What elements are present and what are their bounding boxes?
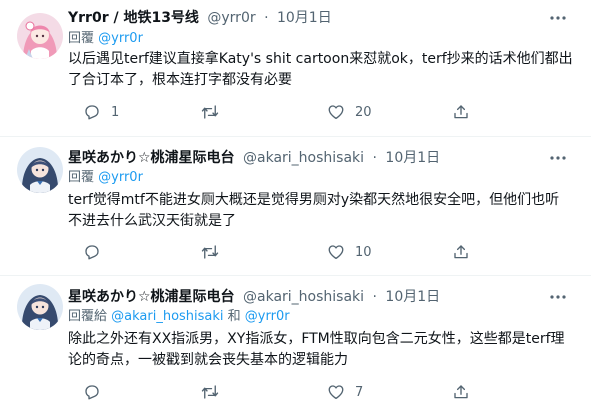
tweet-actions: 7 (68, 382, 548, 402)
separator-dot: · (264, 10, 269, 26)
author-name[interactable]: 星咲あかり☆桃浦星际电台 (68, 150, 235, 166)
replying-to: 回覆給 @akari_hoshisaki 和 @yrr0r (68, 308, 290, 326)
like-count: 7 (355, 384, 364, 400)
tweet-3[interactable]: 星咲あかり☆桃浦星际电台 @akari_hoshisaki · 10月1日 回覆… (0, 276, 591, 411)
like-icon (327, 383, 345, 401)
like-button[interactable]: 10 (327, 242, 372, 262)
share-icon (452, 243, 470, 261)
share-icon (452, 383, 470, 401)
avatar-akari[interactable] (17, 147, 63, 193)
tweet-header: Yrr0r / 地铁13号线 @yrr0r · 10月1日 (68, 8, 332, 28)
mention-link[interactable]: @akari_hoshisaki (111, 309, 223, 324)
replying-prefix: 回覆給 (68, 309, 112, 324)
tweet-header: 星咲あかり☆桃浦星际电台 @akari_hoshisaki · 10月1日 (68, 287, 440, 307)
separator-dot: · (372, 289, 377, 305)
replying-prefix: 回覆 (68, 31, 99, 46)
reply-count: 1 (111, 104, 120, 120)
more-icon[interactable] (549, 9, 567, 27)
like-button[interactable]: 20 (327, 102, 372, 122)
share-button[interactable] (452, 382, 470, 402)
retweet-button[interactable] (201, 382, 229, 402)
mention-joiner: 和 (223, 309, 245, 324)
share-icon (452, 103, 470, 121)
replying-to: 回覆 @yrr0r (68, 169, 143, 187)
tweet-2[interactable]: 星咲あかり☆桃浦星际电台 @akari_hoshisaki · 10月1日 回覆… (0, 137, 591, 274)
tweet-actions: 1 20 (68, 102, 548, 122)
tweet-date[interactable]: 10月1日 (277, 10, 332, 26)
author-handle[interactable]: @akari_hoshisaki (243, 289, 364, 305)
like-icon (327, 243, 345, 261)
share-button[interactable] (452, 102, 470, 122)
tweet-date[interactable]: 10月1日 (385, 150, 440, 166)
tweet-text: 除此之外还有XX指派男，XY指派女，FTM性取向包含二元女性，这些都是terf理… (68, 331, 565, 368)
retweet-button[interactable] (201, 242, 229, 262)
avatar-akari[interactable] (17, 284, 63, 330)
retweet-icon (201, 103, 219, 121)
like-button[interactable]: 7 (327, 382, 363, 402)
mention-link[interactable]: @yrr0r (98, 31, 143, 46)
author-name[interactable]: Yrr0r / 地铁13号线 (68, 10, 199, 26)
mention-link[interactable]: @yrr0r (245, 309, 290, 324)
retweet-button[interactable] (201, 102, 229, 122)
like-count: 10 (355, 244, 372, 260)
reply-button[interactable] (83, 242, 111, 262)
tweet-date[interactable]: 10月1日 (385, 289, 440, 305)
tweet-text: 以后遇见terf建议直接拿Katy's shit cartoon来怼就ok，te… (68, 51, 573, 88)
reply-button[interactable]: 1 (83, 102, 119, 122)
author-handle[interactable]: @yrr0r (207, 10, 255, 26)
reply-button[interactable] (83, 382, 111, 402)
more-icon[interactable] (549, 149, 567, 167)
separator-dot: · (372, 150, 377, 166)
like-count: 20 (355, 104, 372, 120)
like-icon (327, 103, 345, 121)
author-handle[interactable]: @akari_hoshisaki (243, 150, 364, 166)
more-icon[interactable] (549, 288, 567, 306)
reply-icon (83, 243, 101, 261)
tweet-header: 星咲あかり☆桃浦星际电台 @akari_hoshisaki · 10月1日 (68, 148, 440, 168)
share-button[interactable] (452, 242, 470, 262)
author-name[interactable]: 星咲あかり☆桃浦星际电台 (68, 289, 235, 305)
replying-prefix: 回覆 (68, 170, 99, 185)
retweet-icon (201, 383, 219, 401)
replying-to: 回覆 @yrr0r (68, 30, 143, 48)
reply-icon (83, 103, 101, 121)
retweet-icon (201, 243, 219, 261)
tweet-1[interactable]: Yrr0r / 地铁13号线 @yrr0r · 10月1日 回覆 @yrr0r … (0, 0, 591, 126)
tweet-text: terf觉得mtf不能进女厕大概还是觉得男厕对y染都天然地很安全吧，但他们也听不… (68, 192, 560, 229)
reply-icon (83, 383, 101, 401)
avatar-yrr0r[interactable] (17, 13, 63, 59)
tweet-actions: 10 (68, 242, 548, 262)
mention-link[interactable]: @yrr0r (98, 170, 143, 185)
